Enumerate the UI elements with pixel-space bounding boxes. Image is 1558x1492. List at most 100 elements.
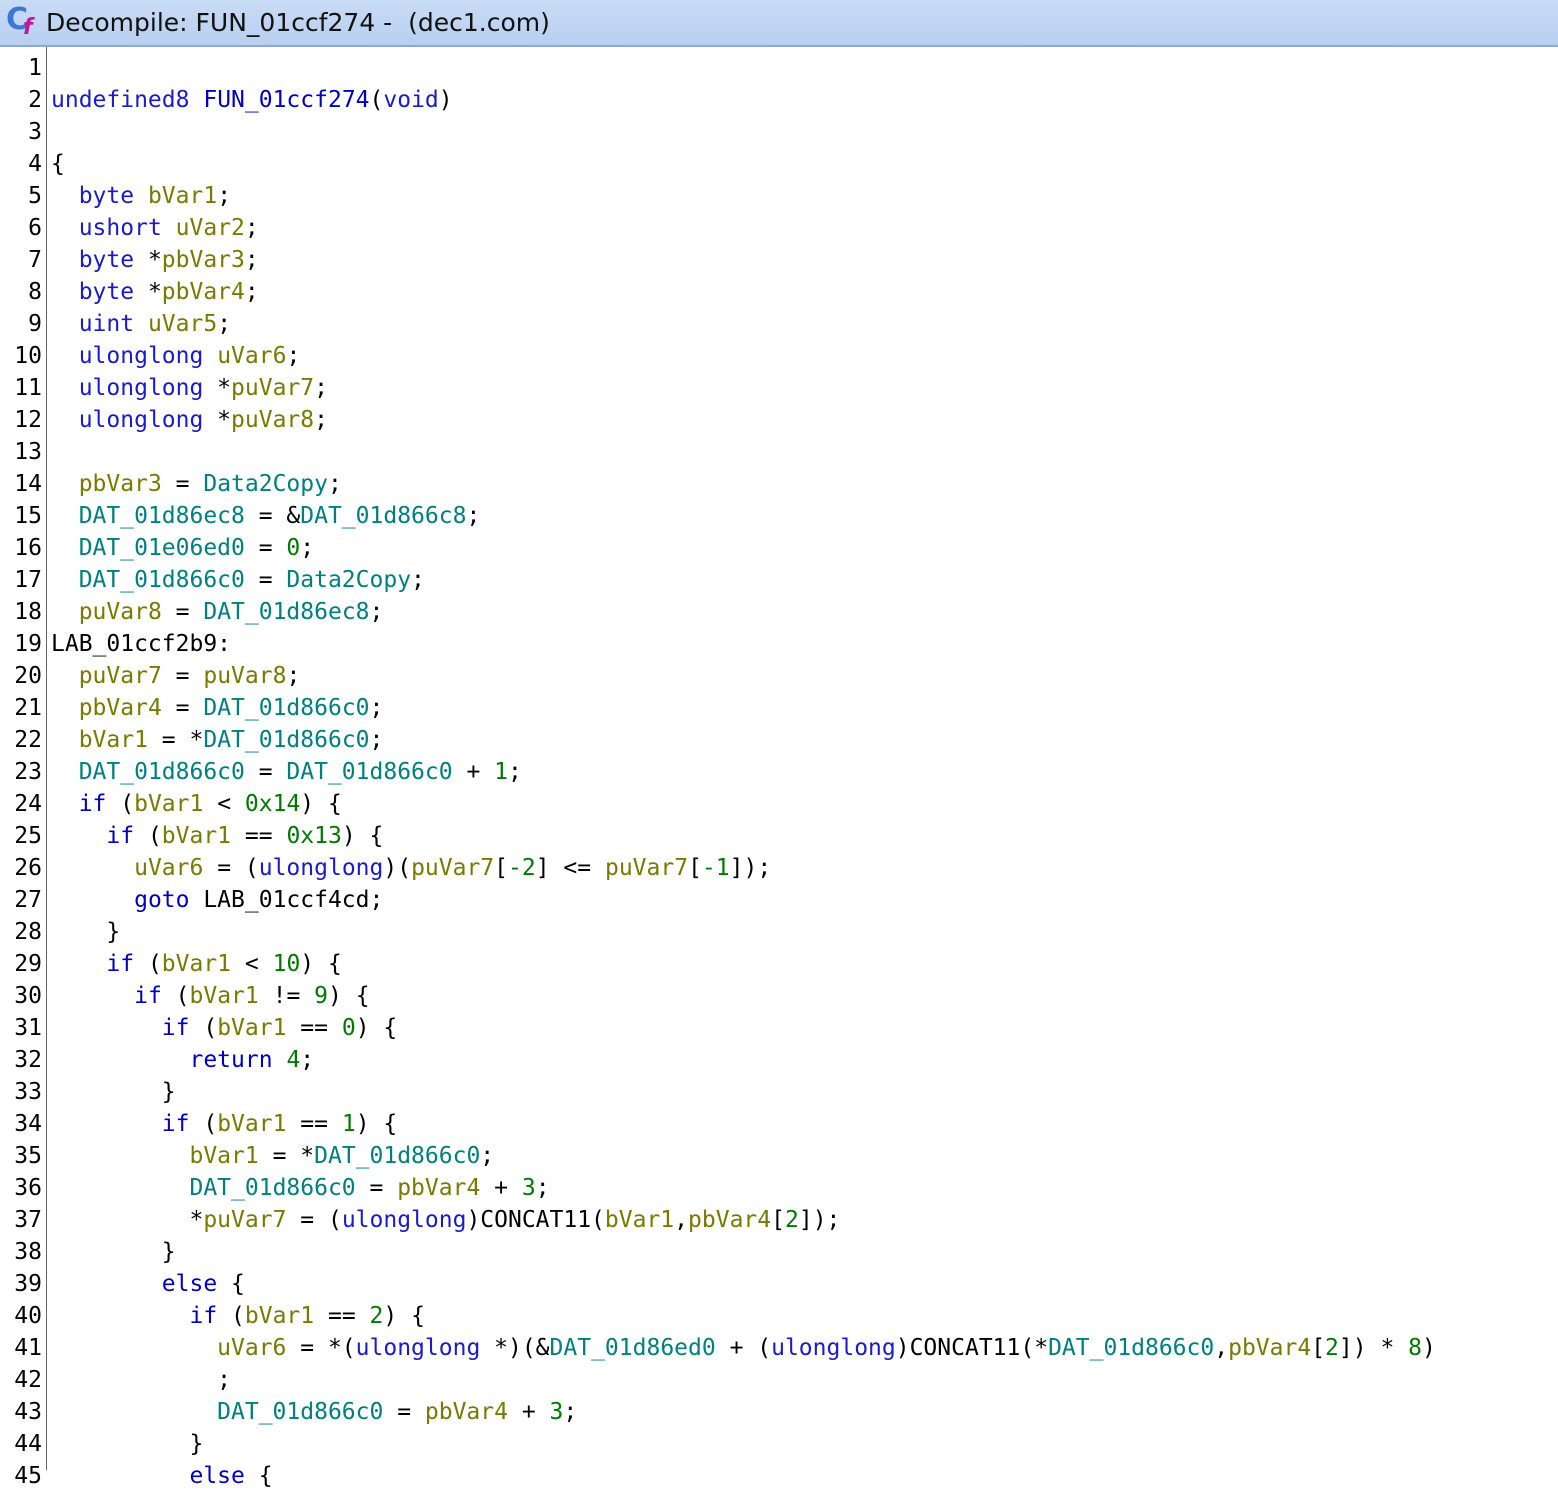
code-line[interactable]: 11 ulonglong *puVar7; [0, 372, 1558, 404]
code-text[interactable]: puVar7 = puVar8; [51, 660, 301, 692]
code-text[interactable]: if (bVar1 < 10) { [51, 948, 341, 980]
code-text[interactable]: DAT_01e06ed0 = 0; [51, 532, 314, 564]
code-line[interactable]: 36 DAT_01d866c0 = pbVar4 + 3; [0, 1172, 1558, 1204]
code-text[interactable]: ulonglong *puVar7; [51, 372, 328, 404]
code-token: ) { [300, 791, 342, 817]
code-line[interactable]: 31 if (bVar1 == 0) { [0, 1012, 1558, 1044]
code-text[interactable]: byte *pbVar4; [51, 276, 259, 308]
code-line[interactable]: 27 goto LAB_01ccf4cd; [0, 884, 1558, 916]
code-text[interactable]: byte bVar1; [51, 180, 231, 212]
code-text[interactable]: uVar6 = *(ulonglong *)(&DAT_01d86ed0 + (… [51, 1332, 1436, 1364]
code-text[interactable]: DAT_01d866c0 = pbVar4 + 3; [51, 1396, 577, 1428]
code-text[interactable]: DAT_01d866c0 = pbVar4 + 3; [51, 1172, 549, 1204]
code-line[interactable]: 41 uVar6 = *(ulonglong *)(&DAT_01d86ed0 … [0, 1332, 1558, 1364]
code-text[interactable]: uint uVar5; [51, 308, 231, 340]
code-line[interactable]: 29 if (bVar1 < 10) { [0, 948, 1558, 980]
code-text[interactable]: } [51, 916, 120, 948]
code-line[interactable]: 32 return 4; [0, 1044, 1558, 1076]
code-text[interactable]: DAT_01d86ec8 = &DAT_01d866c8; [51, 500, 481, 532]
code-token: undefined8 [51, 87, 190, 113]
code-text[interactable]: else { [51, 1268, 245, 1300]
code-line[interactable]: 37 *puVar7 = (ulonglong)CONCAT11(bVar1,p… [0, 1204, 1558, 1236]
code-line[interactable]: 4{ [0, 148, 1558, 180]
code-text[interactable]: DAT_01d866c0 = Data2Copy; [51, 564, 425, 596]
code-line[interactable]: 9 uint uVar5; [0, 308, 1558, 340]
code-text[interactable]: ushort uVar2; [51, 212, 259, 244]
code-text[interactable]: { [51, 148, 65, 180]
code-token: DAT_01d866c0 [189, 1175, 356, 1201]
code-line[interactable]: 28 } [0, 916, 1558, 948]
code-line[interactable]: 18 puVar8 = DAT_01d86ec8; [0, 596, 1558, 628]
decompiled-code-listing[interactable]: 1 2 undefined8 FUN_01ccf274(void) 3 4{5 byte… [0, 52, 1558, 1492]
code-line[interactable]: 43 DAT_01d866c0 = pbVar4 + 3; [0, 1396, 1558, 1428]
code-text[interactable]: } [51, 1428, 203, 1460]
code-text[interactable]: if (bVar1 == 1) { [51, 1108, 397, 1140]
code-line[interactable]: 35 bVar1 = *DAT_01d866c0; [0, 1140, 1558, 1172]
code-line[interactable]: 7 byte *pbVar3; [0, 244, 1558, 276]
code-line[interactable]: 8 byte *pbVar4; [0, 276, 1558, 308]
code-text[interactable]: if (bVar1 != 9) { [51, 980, 369, 1012]
code-line[interactable]: 40 if (bVar1 == 2) { [0, 1300, 1558, 1332]
code-line[interactable]: 10 ulonglong uVar6; [0, 340, 1558, 372]
code-line[interactable]: 16 DAT_01e06ed0 = 0; [0, 532, 1558, 564]
code-line[interactable]: 38 } [0, 1236, 1558, 1268]
code-line[interactable]: 25 if (bVar1 == 0x13) { [0, 820, 1558, 852]
code-line[interactable]: 13 [0, 436, 1558, 468]
code-text[interactable]: puVar8 = DAT_01d86ec8; [51, 596, 384, 628]
code-line[interactable]: 34 if (bVar1 == 1) { [0, 1108, 1558, 1140]
code-text[interactable]: return 4; [51, 1044, 314, 1076]
code-text[interactable]: *puVar7 = (ulonglong)CONCAT11(bVar1,pbVa… [51, 1204, 840, 1236]
code-line[interactable]: 24 if (bVar1 < 0x14) { [0, 788, 1558, 820]
code-line[interactable]: 22 bVar1 = *DAT_01d866c0; [0, 724, 1558, 756]
code-text[interactable]: DAT_01d866c0 = DAT_01d866c0 + 1; [51, 756, 522, 788]
code-text[interactable]: undefined8 FUN_01ccf274(void) [51, 84, 453, 116]
code-token: pbVar3 [161, 247, 245, 273]
code-text[interactable]: ulonglong *puVar8; [51, 404, 328, 436]
code-line[interactable]: 6 ushort uVar2; [0, 212, 1558, 244]
code-token: } [51, 1239, 176, 1265]
code-token: ; [411, 567, 425, 593]
code-text[interactable]: bVar1 = *DAT_01d866c0; [51, 724, 384, 756]
code-line[interactable]: 2 undefined8 FUN_01ccf274(void) [0, 84, 1558, 116]
code-line[interactable]: 15 DAT_01d86ec8 = &DAT_01d866c8; [0, 500, 1558, 532]
code-text[interactable]: if (bVar1 < 0x14) { [51, 788, 342, 820]
code-line[interactable]: 20 puVar7 = puVar8; [0, 660, 1558, 692]
code-text[interactable]: else { [51, 1460, 272, 1492]
code-line[interactable]: 1 [0, 52, 1558, 84]
code-text[interactable]: } [51, 1076, 176, 1108]
code-line[interactable]: 21 pbVar4 = DAT_01d866c0; [0, 692, 1558, 724]
code-line[interactable]: 19 LAB_01ccf2b9: [0, 628, 1558, 660]
code-line[interactable]: 44 } [0, 1428, 1558, 1460]
code-text[interactable]: } [51, 1236, 176, 1268]
code-line[interactable]: 26 uVar6 = (ulonglong)(puVar7[-2] <= puV… [0, 852, 1558, 884]
code-text[interactable]: goto LAB_01ccf4cd; [51, 884, 383, 916]
code-line[interactable]: 23 DAT_01d866c0 = DAT_01d866c0 + 1; [0, 756, 1558, 788]
code-line[interactable]: 14 pbVar3 = Data2Copy; [0, 468, 1558, 500]
code-line[interactable]: 33 } [0, 1076, 1558, 1108]
code-token: ( [106, 791, 135, 817]
code-text[interactable]: pbVar4 = DAT_01d866c0; [51, 692, 384, 724]
code-text[interactable]: ; [51, 1364, 231, 1396]
code-line[interactable]: 5 byte bVar1; [0, 180, 1558, 212]
code-text[interactable]: pbVar3 = Data2Copy; [51, 468, 342, 500]
code-line[interactable]: 3 [0, 116, 1558, 148]
code-line[interactable]: 39 else { [0, 1268, 1558, 1300]
code-text[interactable]: if (bVar1 == 0x13) { [51, 820, 383, 852]
code-text[interactable]: bVar1 = *DAT_01d866c0; [51, 1140, 494, 1172]
code-line[interactable]: 45 else { [0, 1460, 1558, 1492]
code-token: = [161, 599, 204, 625]
code-text[interactable]: LAB_01ccf2b9: [51, 628, 231, 660]
code-text[interactable]: ulonglong uVar6; [51, 340, 301, 372]
code-text[interactable]: if (bVar1 == 2) { [51, 1300, 424, 1332]
code-line[interactable]: 12 ulonglong *puVar8; [0, 404, 1558, 436]
code-text[interactable]: uVar6 = (ulonglong)(puVar7[-2] <= puVar7… [51, 852, 771, 884]
code-token: if [161, 1111, 190, 1137]
code-text[interactable]: if (bVar1 == 0) { [51, 1012, 397, 1044]
code-line[interactable]: 30 if (bVar1 != 9) { [0, 980, 1558, 1012]
code-text[interactable]: byte *pbVar3; [51, 244, 259, 276]
code-line[interactable]: 42 ; [0, 1364, 1558, 1396]
code-line[interactable]: 17 DAT_01d866c0 = Data2Copy; [0, 564, 1558, 596]
